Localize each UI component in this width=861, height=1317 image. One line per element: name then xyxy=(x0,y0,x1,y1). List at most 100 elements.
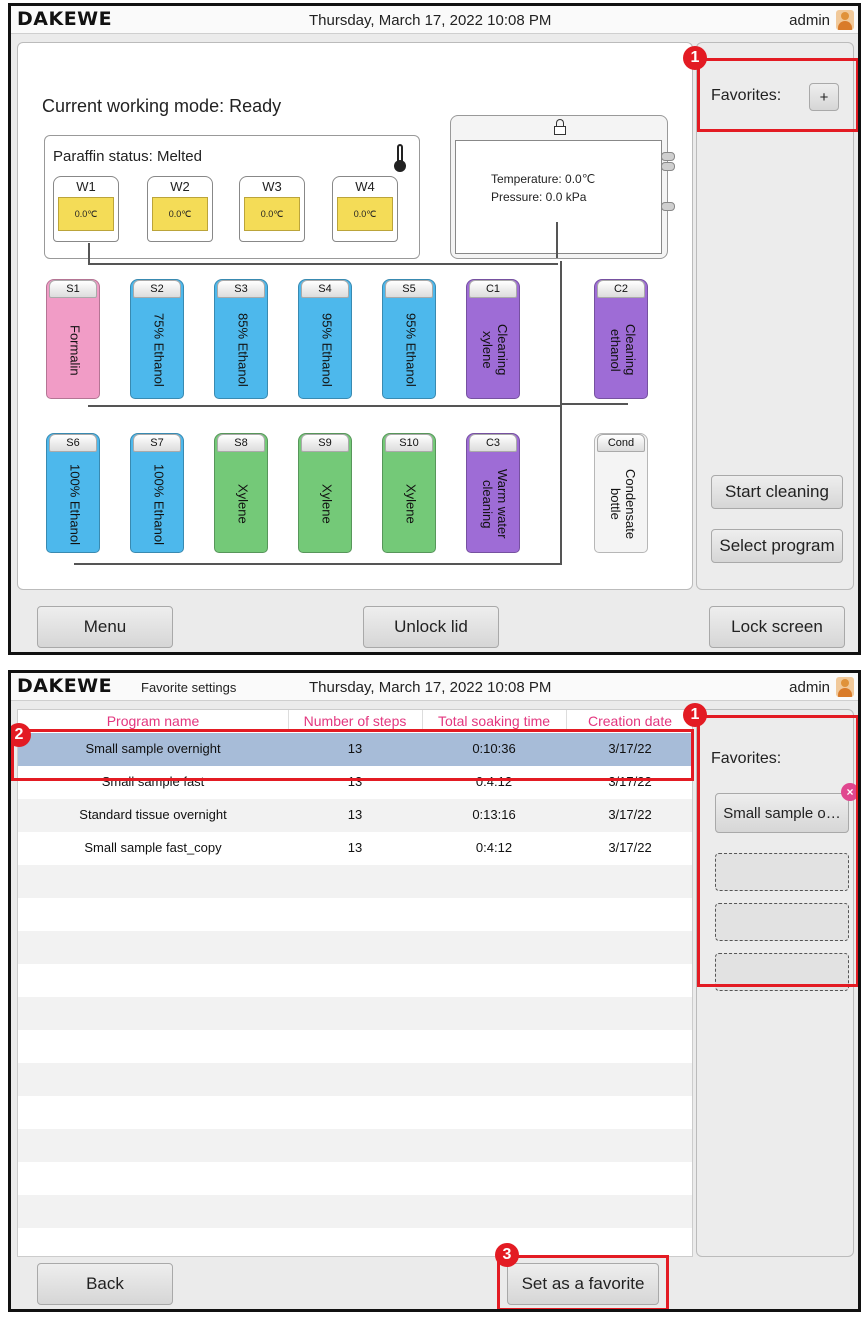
pipe xyxy=(74,563,562,565)
step-badge: 1 xyxy=(683,703,707,727)
bottle-reagent-label: Condensate bottle xyxy=(608,468,638,540)
reagent-bottle-s10[interactable]: S10 Xylene xyxy=(382,433,436,553)
reagent-bottle-s6[interactable]: S6 100% Ethanol xyxy=(46,433,100,553)
user-name[interactable]: admin xyxy=(789,12,830,29)
wax-tank-temp: 0.0℃ xyxy=(58,197,114,231)
column-header[interactable]: Total soaking time xyxy=(422,713,566,729)
bottle-cap-label: S6 xyxy=(49,434,97,452)
reagent-bottle-s2[interactable]: S2 75% Ethanol xyxy=(130,279,184,399)
pipe xyxy=(556,222,558,258)
select-program-button[interactable]: Select program xyxy=(711,529,843,563)
highlight-box xyxy=(497,1255,669,1309)
table-row[interactable]: Small sample fast_copy 13 0:4:12 3/17/22 xyxy=(18,832,692,865)
latch-icon xyxy=(661,152,675,161)
bottle-reagent-label: 75% Ethanol xyxy=(151,313,167,387)
step-badge: 1 xyxy=(683,46,707,70)
wax-tank-label: W3 xyxy=(262,179,282,194)
bottle-reagent-label: Xylene xyxy=(319,484,335,524)
bottle-reagent-label: Xylene xyxy=(403,484,419,524)
empty-row xyxy=(18,1129,692,1162)
cell-program-name: Standard tissue overnight xyxy=(79,807,227,822)
wax-tank-w2[interactable]: W2 0.0℃ xyxy=(147,176,213,242)
cell-creation-date: 3/17/22 xyxy=(608,807,652,822)
bottle-reagent-label: 100% Ethanol xyxy=(67,463,83,545)
bottle-cap-label: S1 xyxy=(49,280,97,298)
reagent-bottle-s4[interactable]: S4 95% Ethanol xyxy=(298,279,352,399)
reagent-bottle-s7[interactable]: S7 100% Ethanol xyxy=(130,433,184,553)
cell-steps: 13 xyxy=(347,807,363,822)
reagent-bottle-s3[interactable]: S3 85% Ethanol xyxy=(214,279,268,399)
bottle-cap-label: C1 xyxy=(469,280,517,298)
highlight-box xyxy=(697,715,858,987)
column-header[interactable]: Creation date xyxy=(566,713,692,729)
wax-tank-w4[interactable]: W4 0.0℃ xyxy=(332,176,398,242)
bottle-reagent-label: Cleaning ethanol xyxy=(608,324,638,376)
bottle-cap-label: S5 xyxy=(385,280,433,298)
cell-program-name: Small sample fast_copy xyxy=(84,840,222,855)
latch-icon xyxy=(661,162,675,171)
wax-tank-label: W1 xyxy=(76,179,96,194)
pipe xyxy=(560,405,562,565)
bottle-reagent-label: Cleaning xylene xyxy=(480,324,510,376)
page-title: Favorite settings xyxy=(141,680,237,695)
cell-steps: 13 xyxy=(347,840,363,855)
bottle-cap-label: S4 xyxy=(301,280,349,298)
bottle-cap-label: C2 xyxy=(597,280,645,298)
reagent-bottle-s9[interactable]: S9 Xylene xyxy=(298,433,352,553)
pipe xyxy=(88,263,558,265)
datetime: Thursday, March 17, 2022 10:08 PM xyxy=(309,12,552,29)
bottle-cap-label: S10 xyxy=(385,434,433,452)
empty-row xyxy=(18,931,692,964)
cell-creation-date: 3/17/22 xyxy=(608,840,652,855)
pipe xyxy=(560,261,562,421)
condensate-bottle[interactable]: Cond Condensate bottle xyxy=(594,433,648,553)
bottle-reagent-label: Warm water cleaning xyxy=(480,469,510,539)
start-cleaning-button[interactable]: Start cleaning xyxy=(711,475,843,509)
reagent-bottle-c3[interactable]: C3 Warm water cleaning xyxy=(466,433,520,553)
wax-tank-label: W4 xyxy=(355,179,375,194)
bottle-cap-label: S8 xyxy=(217,434,265,452)
wax-tank-temp: 0.0℃ xyxy=(337,197,393,231)
brand-logo: DAKEWE xyxy=(17,675,113,697)
pipe xyxy=(562,403,628,405)
bottle-reagent-label: Xylene xyxy=(235,484,251,524)
menu-button[interactable]: Menu xyxy=(37,606,173,648)
datetime: Thursday, March 17, 2022 10:08 PM xyxy=(309,679,552,696)
bottle-reagent-label: Formalin xyxy=(67,324,83,376)
bottle-cap-label: S3 xyxy=(217,280,265,298)
column-header[interactable]: Program name xyxy=(18,713,288,729)
back-button[interactable]: Back xyxy=(37,1263,173,1305)
user-name[interactable]: admin xyxy=(789,679,830,696)
bottle-reagent-label: 100% Ethanol xyxy=(151,463,167,545)
table-row[interactable]: Standard tissue overnight 13 0:13:16 3/1… xyxy=(18,799,692,832)
unlock-lid-button[interactable]: Unlock lid xyxy=(363,606,499,648)
reagent-bottle-s5[interactable]: S5 95% Ethanol xyxy=(382,279,436,399)
wax-tank-w1[interactable]: W1 0.0℃ xyxy=(53,176,119,242)
instrument-panel: Current working mode: Ready Paraffin sta… xyxy=(17,42,693,590)
working-mode-text: Current working mode: Ready xyxy=(42,96,282,116)
cell-soaking-time: 0:4:12 xyxy=(475,840,513,855)
wax-tank-temp: 0.0℃ xyxy=(244,197,300,231)
cell-soaking-time: 0:13:16 xyxy=(472,807,516,822)
lock-screen-button[interactable]: Lock screen xyxy=(709,606,845,648)
reagent-bottle-c1[interactable]: C1 Cleaning xylene xyxy=(466,279,520,399)
thermometer-icon xyxy=(393,144,407,172)
step-badge: 3 xyxy=(495,1243,519,1267)
latch-icon xyxy=(661,202,675,211)
wax-tank-w3[interactable]: W3 0.0℃ xyxy=(239,176,305,242)
highlight-box xyxy=(697,58,858,132)
reagent-bottle-s8[interactable]: S8 Xylene xyxy=(214,433,268,553)
empty-row xyxy=(18,1195,692,1228)
paraffin-status: Paraffin status: Melted xyxy=(53,148,202,165)
highlight-box xyxy=(11,729,694,781)
bottle-cap-label: S2 xyxy=(133,280,181,298)
pipe xyxy=(88,405,562,407)
retort-chamber[interactable]: Temperature: 0.0℃ Pressure: 0.0 kPa xyxy=(450,115,675,259)
bottle-cap-label: C3 xyxy=(469,434,517,452)
column-header[interactable]: Number of steps xyxy=(288,713,422,729)
reagent-bottle-c2[interactable]: C2 Cleaning ethanol xyxy=(594,279,648,399)
avatar-icon[interactable] xyxy=(836,10,854,30)
reagent-bottle-s1[interactable]: S1 Formalin xyxy=(46,279,100,399)
avatar-icon[interactable] xyxy=(836,677,854,697)
bottle-reagent-label: 95% Ethanol xyxy=(403,313,419,387)
